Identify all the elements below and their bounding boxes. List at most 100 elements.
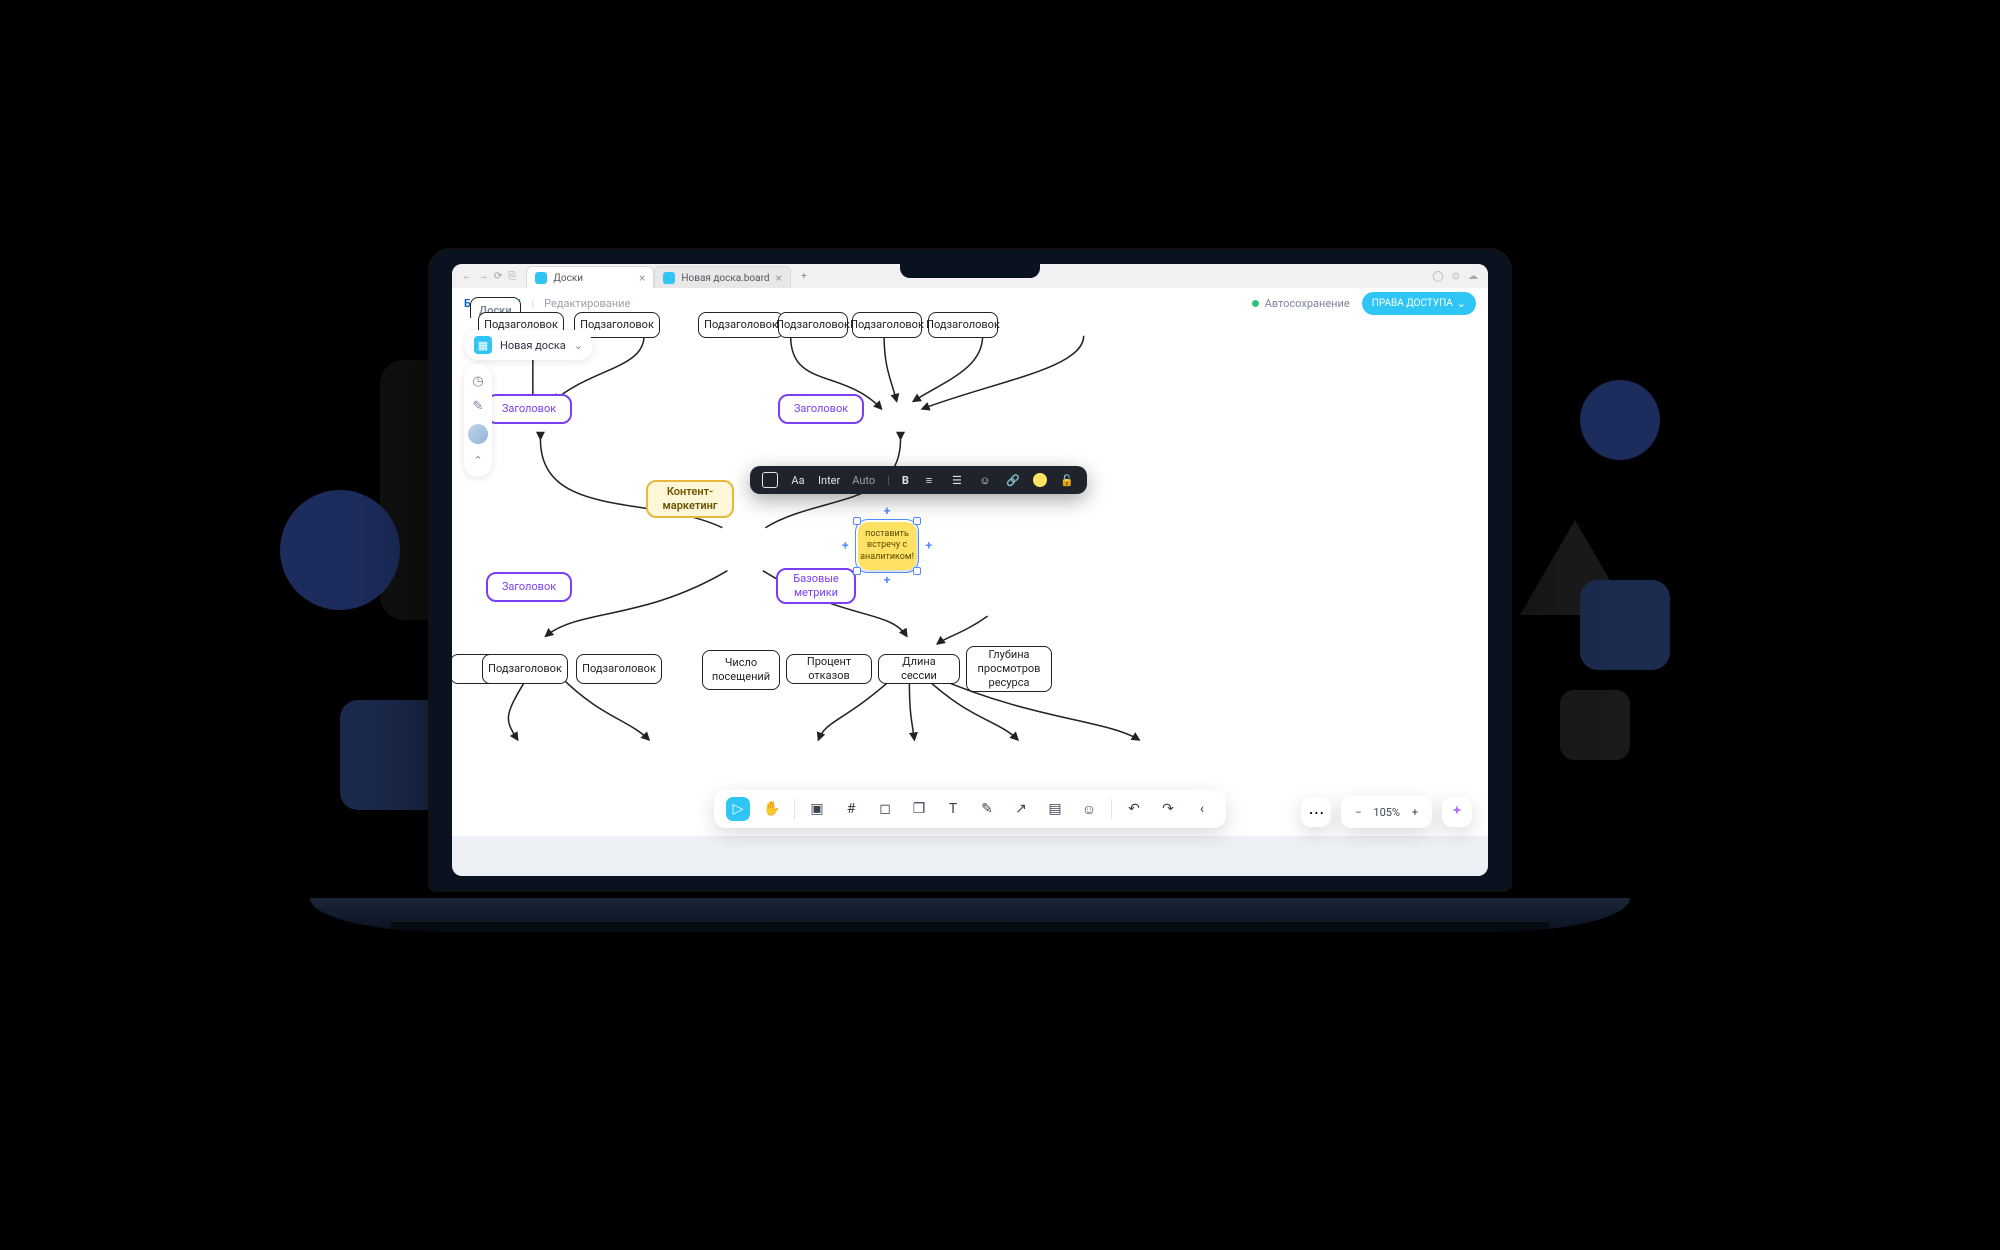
pen-tool[interactable]: ✎ (975, 797, 999, 821)
zoom-in-button[interactable]: + (1404, 801, 1426, 823)
image-tool[interactable]: ▤ (1043, 797, 1067, 821)
zoom-out-button[interactable]: − (1347, 801, 1369, 823)
link-icon[interactable]: ⎘ (508, 271, 516, 282)
font-icon[interactable]: Aa (790, 472, 806, 488)
link-icon[interactable]: 🔗 (1005, 472, 1021, 488)
node-metric[interactable]: Длина сессии (878, 654, 960, 684)
arrow-tool[interactable]: ↗ (1009, 797, 1033, 821)
board-icon: ▦ (474, 336, 492, 354)
node-label: Подзаголовок (582, 662, 656, 676)
breadcrumb: Редактирование (544, 297, 630, 310)
comments-icon[interactable]: ✎ (473, 399, 484, 414)
node-basic-metrics[interactable]: Базовые метрики (776, 568, 856, 604)
zoom-value[interactable]: 105% (1373, 806, 1400, 819)
reload-icon[interactable]: ⟳ (494, 271, 502, 282)
more-button[interactable]: ⋯ (1301, 797, 1331, 827)
canvas-area[interactable]: Подзаголовок Подзаголовок Подзаголовок П… (452, 318, 1488, 836)
favicon-icon (663, 272, 675, 284)
back-icon[interactable]: ← (462, 271, 472, 282)
node-label: Заголовок (794, 402, 848, 416)
node-subheading[interactable]: Подзаголовок (482, 654, 568, 684)
undo-button[interactable]: ↶ (1122, 797, 1146, 821)
sticky-note-selected[interactable]: поставить встречу с аналитиком! + + + + (858, 522, 916, 570)
history-icon[interactable]: ◷ (472, 374, 483, 389)
frame-tool[interactable]: ▣ (805, 797, 829, 821)
grid-tool[interactable]: # (839, 797, 863, 821)
side-panel: ◷ ✎ ⌃ (464, 364, 492, 477)
node-label: Длина сессии (887, 655, 951, 683)
node-title[interactable]: Заголовок (778, 394, 864, 424)
redo-button[interactable]: ↷ (1156, 797, 1180, 821)
hand-tool[interactable]: ✋ (760, 797, 784, 821)
node-subheading[interactable]: Подзаголовок (698, 312, 784, 338)
node-subheading[interactable]: Подзаголовок (576, 654, 662, 684)
emoji-tool[interactable]: ☺ (1077, 797, 1101, 821)
list-icon[interactable]: ☰ (949, 472, 965, 488)
ext-shield-icon[interactable]: ◯ (1432, 271, 1443, 282)
browser-tab-active[interactable]: Доски × (526, 266, 654, 289)
node-root[interactable]: Контент-маркетинг (646, 480, 734, 518)
status-dot-icon (1252, 300, 1259, 307)
node-title[interactable]: Заголовок (486, 572, 572, 602)
color-swatch-icon[interactable] (1033, 473, 1047, 487)
node-metric[interactable]: Глубина просмотров ресурса (966, 646, 1052, 692)
browser-tab[interactable]: Новая доска.board × (654, 266, 791, 289)
bg-shape (1580, 380, 1660, 460)
node-subheading[interactable]: Подзаголовок (852, 312, 922, 338)
canvas-inner[interactable]: Подзаголовок Подзаголовок Подзаголовок П… (452, 318, 1488, 836)
label: Aa (791, 474, 804, 487)
download-icon[interactable]: ☁ (1468, 271, 1478, 282)
node-label: Базовые метрики (786, 572, 846, 600)
font-size-auto[interactable]: Auto (852, 474, 875, 487)
autosave-label: Автосохранение (1265, 297, 1350, 310)
new-tab-button[interactable]: + (795, 267, 813, 285)
chevron-down-icon: ⌄ (574, 339, 583, 352)
access-rights-label: ПРАВА ДОСТУПА (1372, 298, 1453, 309)
emoji-icon[interactable]: ☺ (977, 472, 993, 488)
divider: | (531, 297, 534, 310)
pointer-tool[interactable]: ▷ (726, 797, 750, 821)
autosave-indicator: Автосохранение (1252, 297, 1350, 310)
resize-handle-icon[interactable] (913, 517, 921, 525)
add-node-icon[interactable]: + (925, 539, 932, 554)
font-name-select[interactable]: Inter (818, 474, 840, 487)
node-label: Число посещений (711, 656, 771, 684)
laptop-foot (390, 922, 1550, 938)
brand-logo[interactable]: Битрикс24 Доски (464, 297, 521, 310)
laptop-mockup: ← → ⟳ ⎘ Доски × Новая доска.board × + ◯ … (430, 250, 1510, 950)
add-node-icon[interactable]: + (842, 539, 849, 554)
add-node-icon[interactable]: + (884, 504, 891, 519)
bottom-toolbar: ▷ ✋ ▣ # ◻ ❐ T ✎ ↗ ▤ ☺ ↶ ↷ ‹ (714, 790, 1226, 828)
sticky-tool[interactable]: ❐ (907, 797, 931, 821)
ext-settings-icon[interactable]: ⊙ (1452, 271, 1460, 282)
node-subheading[interactable]: Подзаголовок (928, 312, 998, 338)
resize-handle-icon[interactable] (853, 567, 861, 575)
text-tool[interactable]: T (941, 797, 965, 821)
node-subheading[interactable]: Подзаголовок (778, 312, 848, 338)
tab-label: Доски (553, 273, 583, 284)
user-avatar[interactable] (468, 424, 488, 444)
resize-handle-icon[interactable] (853, 517, 861, 525)
shape-tool[interactable]: ◻ (873, 797, 897, 821)
align-icon[interactable]: ≡ (921, 472, 937, 488)
node-metric[interactable]: Процент отказов (786, 654, 872, 684)
ai-sparkle-button[interactable] (1442, 797, 1472, 827)
lock-icon[interactable]: 🔓 (1059, 472, 1075, 488)
tab-close-icon[interactable]: × (776, 272, 782, 284)
board-selector[interactable]: ▦ Новая доска ⌄ (464, 330, 593, 360)
collapse-toolbar-icon[interactable]: ‹ (1190, 797, 1214, 821)
access-rights-button[interactable]: ПРАВА ДОСТУПА ⌄ (1362, 292, 1476, 315)
resize-handle-icon[interactable] (913, 567, 921, 575)
context-toolbar: Aa Inter Auto | B ≡ ☰ ☺ 🔗 🔓 (750, 466, 1087, 494)
bg-shape (280, 490, 400, 610)
add-node-icon[interactable]: + (884, 573, 891, 588)
bold-button[interactable]: B (902, 474, 909, 487)
node-metric[interactable]: Число посещений (702, 650, 780, 690)
forward-icon[interactable]: → (478, 271, 488, 282)
node-label: Заголовок (502, 402, 556, 416)
board-name: Новая доска (500, 339, 566, 352)
node-title[interactable]: Заголовок (486, 394, 572, 424)
tab-close-icon[interactable]: × (639, 272, 645, 284)
collapse-icon[interactable]: ⌃ (473, 454, 482, 467)
shape-fill-icon[interactable] (762, 472, 778, 488)
